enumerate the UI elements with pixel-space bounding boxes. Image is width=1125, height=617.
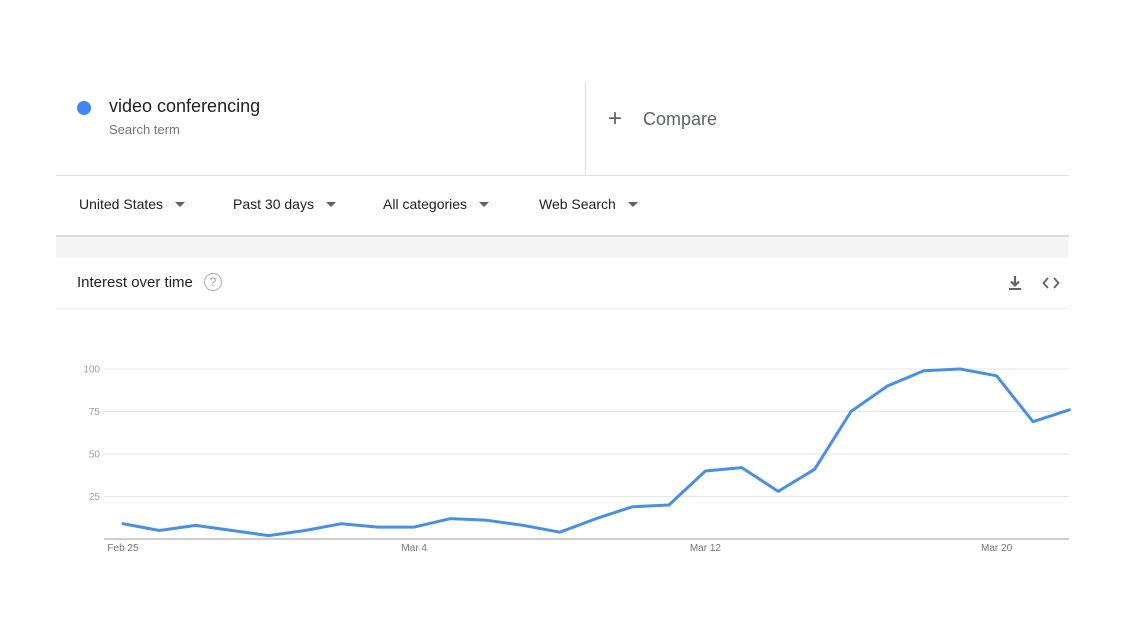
data-point[interactable] <box>554 526 566 538</box>
data-point[interactable] <box>809 463 821 475</box>
chart-gridlines <box>104 368 1069 540</box>
data-point[interactable] <box>335 518 347 530</box>
data-point[interactable] <box>117 518 129 530</box>
data-point[interactable] <box>299 525 311 537</box>
data-point[interactable] <box>372 521 384 533</box>
data-point[interactable] <box>663 499 675 511</box>
x-tick-label: Mar 12 <box>690 543 722 554</box>
data-point[interactable] <box>954 363 966 375</box>
data-point[interactable] <box>481 514 493 526</box>
data-point[interactable] <box>408 521 420 533</box>
data-point[interactable] <box>153 525 165 537</box>
data-point[interactable] <box>1063 404 1075 416</box>
x-tick-label: Mar 4 <box>401 543 427 554</box>
data-point[interactable] <box>772 485 784 497</box>
y-tick-label-100: 100 <box>83 365 100 376</box>
data-point[interactable] <box>881 380 893 392</box>
data-point[interactable] <box>590 513 602 525</box>
series-line-group <box>117 363 1075 542</box>
data-point[interactable] <box>226 525 238 537</box>
data-point[interactable] <box>845 406 857 418</box>
x-tick-label: Mar 20 <box>981 543 1013 554</box>
data-point[interactable] <box>190 519 202 531</box>
data-point[interactable] <box>918 365 930 377</box>
y-tick-label-75: 75 <box>89 407 101 418</box>
y-axis-ticks: 25 50 75 100 <box>83 365 100 504</box>
interest-over-time-chart: 25 50 75 100 Feb 25 Mar 4 Mar 12 Mar 20 <box>83 363 1075 554</box>
y-tick-label-25: 25 <box>89 492 101 503</box>
y-tick-label-50: 50 <box>89 450 101 461</box>
data-point[interactable] <box>263 530 275 542</box>
data-point[interactable] <box>627 501 639 513</box>
data-point[interactable] <box>1027 416 1039 428</box>
data-point[interactable] <box>445 513 457 525</box>
x-tick-label: Feb 25 <box>107 543 139 554</box>
series-line-0[interactable] <box>121 367 1071 538</box>
x-axis-ticks: Feb 25 Mar 4 Mar 12 Mar 20 <box>107 543 1012 554</box>
data-point[interactable] <box>517 519 529 531</box>
data-point[interactable] <box>736 462 748 474</box>
data-point[interactable] <box>991 370 1003 382</box>
data-point[interactable] <box>699 465 711 477</box>
